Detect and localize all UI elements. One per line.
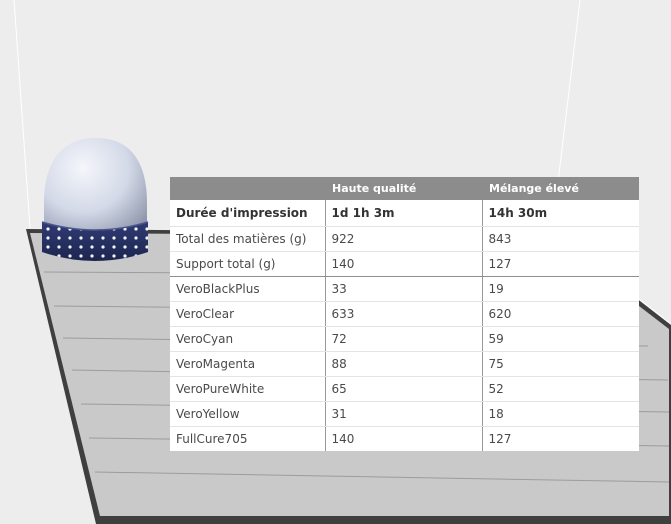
cell-value: 843 <box>481 226 639 252</box>
cell-value: 88 <box>324 351 482 377</box>
cell-value: 127 <box>481 251 639 277</box>
cell-value: 127 <box>481 426 639 451</box>
header-cell: Mélange élevé <box>482 177 639 200</box>
cell-value: 922 <box>324 226 482 252</box>
cell-value: 18 <box>481 401 639 427</box>
cell-value: 140 <box>324 426 482 451</box>
table-row: VeroClear 633 620 <box>170 301 639 327</box>
cell-value: 620 <box>481 301 639 327</box>
table-row: VeroCyan 72 59 <box>170 326 639 352</box>
row-label: Support total (g) <box>170 251 325 277</box>
table-row: Total des matières (g) 922 843 <box>170 226 639 252</box>
cell-value: 31 <box>324 401 482 427</box>
row-label: VeroMagenta <box>170 351 325 377</box>
row-label: Total des matières (g) <box>170 226 325 252</box>
cell-value: 75 <box>481 351 639 377</box>
cell-value: 14h 30m <box>481 200 639 227</box>
cell-value: 72 <box>324 326 482 352</box>
row-label: Durée d'impression <box>170 200 325 227</box>
header-cell: Haute qualité <box>325 177 482 200</box>
cell-value: 52 <box>481 376 639 402</box>
cell-value: 59 <box>481 326 639 352</box>
printed-model <box>41 138 149 261</box>
row-label: VeroClear <box>170 301 325 327</box>
table-row: Support total (g) 140 127 <box>170 251 639 277</box>
table-row: VeroPureWhite 65 52 <box>170 376 639 402</box>
table-row: Durée d'impression 1d 1h 3m 14h 30m <box>170 200 639 227</box>
cell-value: 1d 1h 3m <box>324 200 482 227</box>
header-cell <box>170 177 325 200</box>
row-label: FullCure705 <box>176 432 248 446</box>
cell-value: 140 <box>324 251 482 277</box>
table-header-row: Haute qualité Mélange élevé <box>170 177 639 200</box>
row-label: VeroYellow <box>170 401 325 427</box>
table-row: VeroBlackPlus 33 19 <box>170 276 639 302</box>
cell-value: 65 <box>324 376 482 402</box>
table-row: FullCure705 140 127 <box>170 426 639 451</box>
row-label: VeroPureWhite <box>170 376 325 402</box>
cell-value: 33 <box>324 276 482 302</box>
cell-value: 633 <box>324 301 482 327</box>
table-row: VeroMagenta 88 75 <box>170 351 639 377</box>
comparison-table: Haute qualité Mélange élevé Durée d'impr… <box>170 177 639 451</box>
table-row: VeroYellow 31 18 <box>170 401 639 427</box>
cell-value: 19 <box>481 276 639 302</box>
row-label: VeroBlackPlus <box>170 276 325 302</box>
row-label: VeroCyan <box>170 326 325 352</box>
